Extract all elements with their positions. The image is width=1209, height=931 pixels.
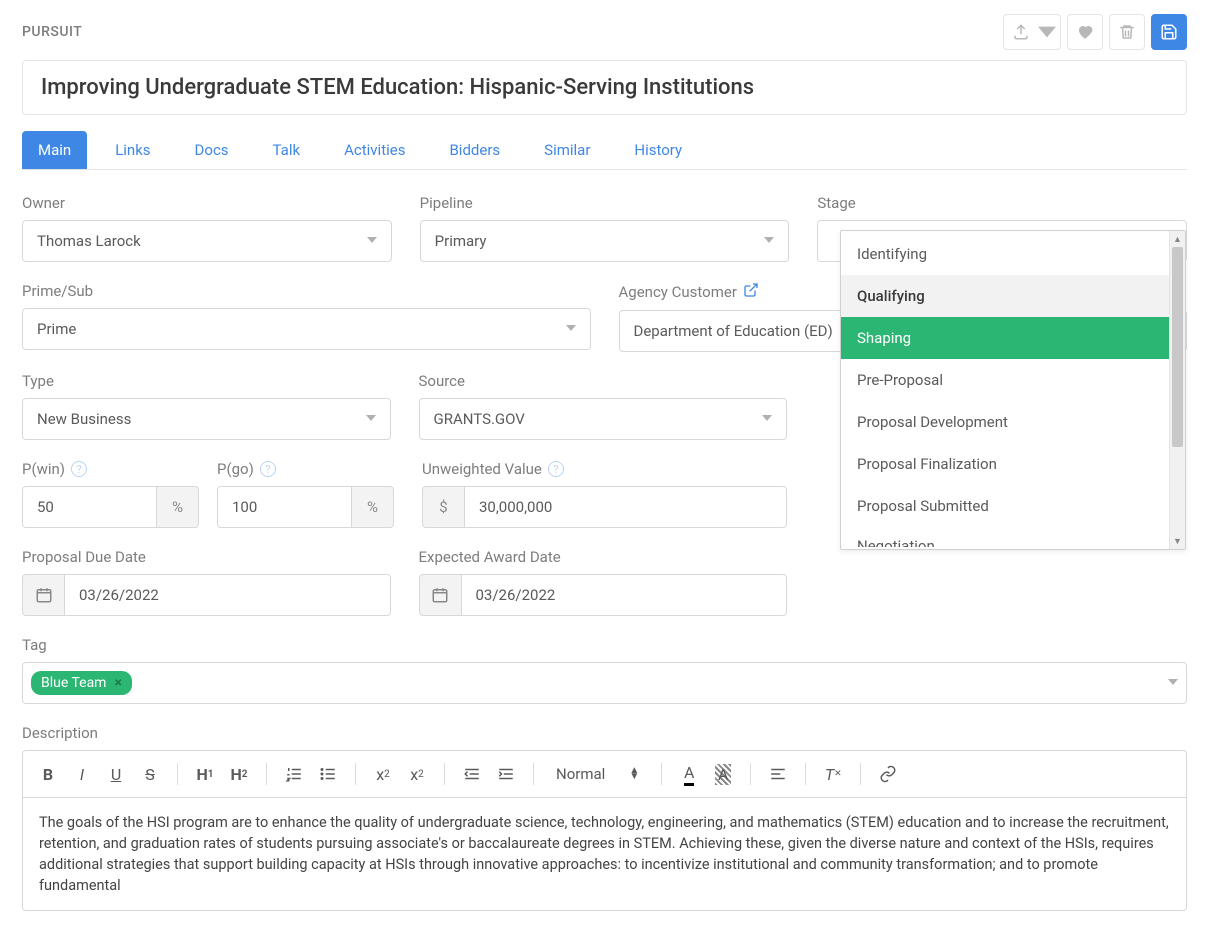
pgo-label: P(go) ? <box>217 460 394 478</box>
calendar-icon[interactable] <box>419 574 461 616</box>
scroll-thumb[interactable] <box>1172 247 1183 447</box>
tab-talk[interactable]: Talk <box>257 131 317 169</box>
help-icon[interactable]: ? <box>71 461 87 477</box>
stage-option[interactable]: Proposal Finalization <box>841 443 1169 485</box>
favorite-button[interactable] <box>1067 14 1103 50</box>
tab-main[interactable]: Main <box>22 131 87 169</box>
source-label: Source <box>419 372 788 390</box>
chevron-down-icon <box>762 411 772 427</box>
tabs: Main Links Docs Talk Activities Bidders Simila… <box>22 131 1187 170</box>
tag-chip: Blue Team× <box>31 671 132 695</box>
link-button[interactable] <box>873 759 903 789</box>
ordered-list-button[interactable] <box>279 759 309 789</box>
tab-bidders[interactable]: Bidders <box>433 131 516 169</box>
remove-tag-button[interactable]: × <box>114 675 121 691</box>
stage-dropdown-panel: IdentifyingQualifyingShapingPre-Proposal… <box>840 230 1186 550</box>
chevron-down-icon <box>566 321 576 337</box>
h1-button[interactable]: H1 <box>190 759 220 789</box>
stage-option[interactable]: Proposal Development <box>841 401 1169 443</box>
stage-option[interactable]: Identifying <box>841 233 1169 275</box>
scrollbar[interactable]: ▲ ▼ <box>1169 231 1185 549</box>
underline-button[interactable]: U <box>101 759 131 789</box>
tab-links[interactable]: Links <box>99 131 166 169</box>
format-select[interactable]: Normal ▲▼ <box>546 765 649 783</box>
stage-option[interactable]: Proposal Submitted <box>841 485 1169 527</box>
unweighted-label: Unweighted Value ? <box>422 460 787 478</box>
stage-option[interactable]: Pre-Proposal <box>841 359 1169 401</box>
indent-button[interactable] <box>491 759 521 789</box>
calendar-icon[interactable] <box>22 574 64 616</box>
pipeline-select[interactable]: Primary <box>420 220 790 262</box>
delete-button[interactable] <box>1109 14 1145 50</box>
scroll-track[interactable] <box>1170 247 1185 533</box>
editor-toolbar: B I U S H1 H2 x2 x2 <box>22 750 1187 797</box>
proposal-due-label: Proposal Due Date <box>22 548 391 566</box>
pwin-input[interactable]: 50 % <box>22 486 199 528</box>
stage-option[interactable]: Shaping <box>841 317 1169 359</box>
stage-option[interactable]: Negotiation <box>841 527 1169 547</box>
type-select[interactable]: New Business <box>22 398 391 440</box>
background-color-button[interactable]: A <box>708 759 738 789</box>
pipeline-label: Pipeline <box>420 194 790 212</box>
superscript-button[interactable]: x2 <box>402 759 432 789</box>
export-dropdown-button[interactable] <box>1033 14 1061 50</box>
subscript-button[interactable]: x2 <box>368 759 398 789</box>
align-button[interactable] <box>763 759 793 789</box>
tab-similar[interactable]: Similar <box>528 131 606 169</box>
owner-label: Owner <box>22 194 392 212</box>
external-link-icon[interactable] <box>743 282 759 302</box>
scroll-up-arrow[interactable]: ▲ <box>1170 231 1185 247</box>
prime-sub-label: Prime/Sub <box>22 282 591 300</box>
pgo-input[interactable]: 100 % <box>217 486 394 528</box>
tab-docs[interactable]: Docs <box>179 131 245 169</box>
outdent-button[interactable] <box>457 759 487 789</box>
italic-button[interactable]: I <box>67 759 97 789</box>
type-label: Type <box>22 372 391 390</box>
help-icon[interactable]: ? <box>260 461 276 477</box>
tab-activities[interactable]: Activities <box>328 131 421 169</box>
percent-suffix: % <box>352 486 394 528</box>
chevron-down-icon <box>1168 675 1178 691</box>
unordered-list-button[interactable] <box>313 759 343 789</box>
expected-award-input[interactable]: 03/26/2022 <box>419 574 788 616</box>
owner-select[interactable]: Thomas Larock <box>22 220 392 262</box>
prime-sub-select[interactable]: Prime <box>22 308 591 350</box>
h2-button[interactable]: H2 <box>224 759 254 789</box>
source-select[interactable]: GRANTS.GOV <box>419 398 788 440</box>
chevron-down-icon <box>764 233 774 249</box>
scroll-down-arrow[interactable]: ▼ <box>1170 533 1185 549</box>
tag-label: Tag <box>22 636 1187 654</box>
description-label: Description <box>22 724 1187 742</box>
text-color-button[interactable]: A <box>674 759 704 789</box>
bold-button[interactable]: B <box>33 759 63 789</box>
strikethrough-button[interactable]: S <box>135 759 165 789</box>
page-label: PURSUIT <box>22 24 82 40</box>
proposal-due-input[interactable]: 03/26/2022 <box>22 574 391 616</box>
help-icon[interactable]: ? <box>548 461 564 477</box>
updown-icon: ▲▼ <box>629 768 639 780</box>
chevron-down-icon <box>366 411 376 427</box>
save-button[interactable] <box>1151 14 1187 50</box>
percent-suffix: % <box>157 486 199 528</box>
pwin-label: P(win) ? <box>22 460 199 478</box>
expected-award-label: Expected Award Date <box>419 548 788 566</box>
tab-history[interactable]: History <box>618 131 698 169</box>
tag-input[interactable]: Blue Team× <box>22 662 1187 704</box>
chevron-down-icon <box>367 233 377 249</box>
stage-option[interactable]: Qualifying <box>841 275 1169 317</box>
stage-label: Stage <box>817 194 1187 212</box>
page-title: Improving Undergraduate STEM Education: … <box>41 75 1168 100</box>
dollar-prefix: $ <box>422 486 464 528</box>
clear-format-button[interactable]: T✕ <box>818 759 848 789</box>
description-editor[interactable]: The goals of the HSI program are to enha… <box>22 797 1187 911</box>
unweighted-input[interactable]: $ 30,000,000 <box>422 486 787 528</box>
title-box[interactable]: Improving Undergraduate STEM Education: … <box>22 60 1187 115</box>
